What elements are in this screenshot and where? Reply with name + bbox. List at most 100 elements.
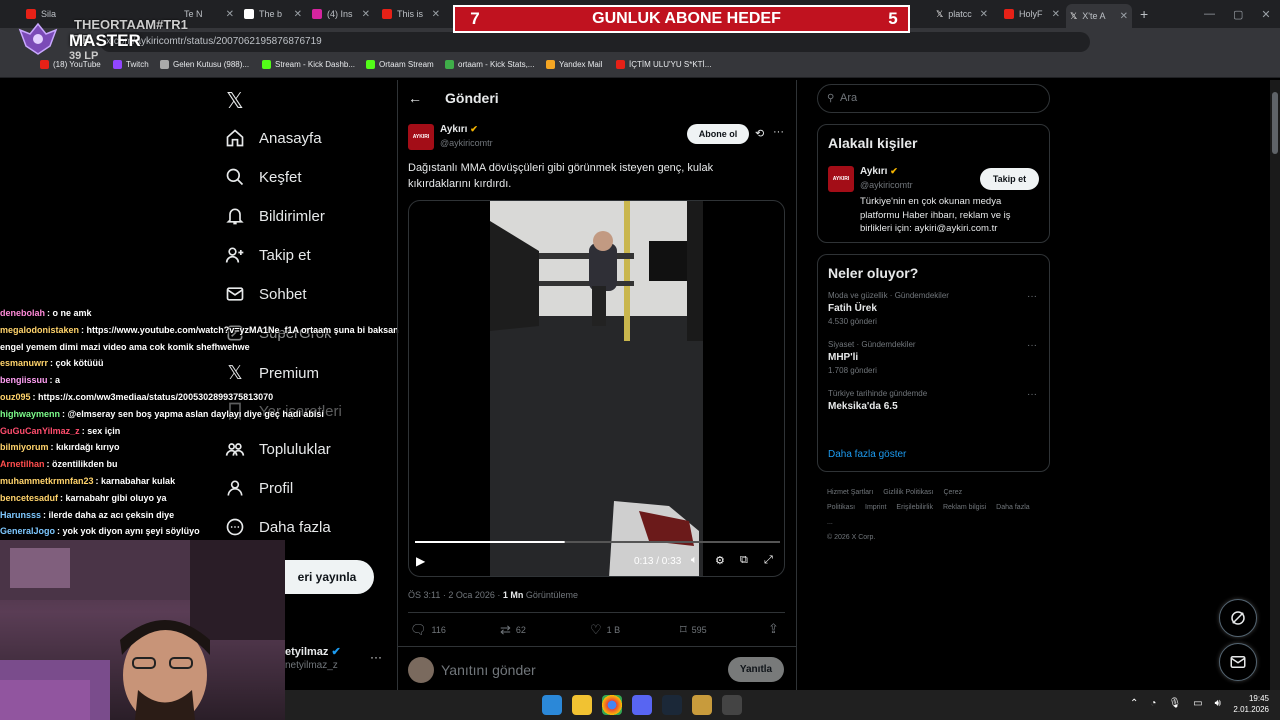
- grok-fab[interactable]: [1219, 599, 1257, 637]
- reply-action[interactable]: 🗨︎ 116: [410, 622, 446, 638]
- trend-more-icon[interactable]: ···: [1027, 389, 1037, 400]
- chat-username[interactable]: Arnetilhan: [0, 459, 45, 469]
- related-name[interactable]: Aykırı ✔: [860, 166, 898, 177]
- browser-tab[interactable]: HolyF ✕: [1000, 4, 1064, 24]
- close-icon[interactable]: ✕: [362, 9, 370, 20]
- bookmark-item[interactable]: Stream - Kick Dashb...: [262, 60, 355, 69]
- bookmark-item[interactable]: Yandex Mail: [546, 60, 602, 69]
- reply-button[interactable]: Yanıtla: [728, 657, 784, 682]
- mic-icon[interactable]: 🎙︎: [1168, 698, 1181, 709]
- author-name[interactable]: Aykırı ✔: [440, 124, 478, 135]
- chat-username[interactable]: muhammetkrmnfan23: [0, 476, 94, 486]
- scrollbar-thumb[interactable]: [1272, 92, 1278, 154]
- trend-item[interactable]: Siyaset · Gündemdekiler MHP'li 1.708 gönde…: [818, 340, 1049, 389]
- post-more-icon[interactable]: ···: [773, 126, 784, 138]
- chat-username[interactable]: Harunsss: [0, 510, 41, 520]
- grok-explain-icon[interactable]: ⟲: [755, 127, 764, 140]
- settings-gear-icon[interactable]: ⚙: [715, 554, 725, 567]
- chat-username[interactable]: GeneralJogo: [0, 526, 55, 536]
- footer-link[interactable]: Erişilebilirlik: [896, 504, 933, 511]
- search-input[interactable]: ⚲ Ara: [817, 84, 1050, 113]
- close-window-icon[interactable]: ✕: [1261, 8, 1270, 21]
- bookmark-item[interactable]: İÇTİM ULU'YU S*KTİ...: [616, 60, 711, 69]
- close-icon[interactable]: ✕: [1120, 11, 1128, 22]
- chevron-up-icon[interactable]: ⌃: [1130, 698, 1138, 709]
- chat-username[interactable]: bilmiyorum: [0, 442, 49, 452]
- show-more-link[interactable]: Daha fazla göster: [828, 449, 906, 460]
- fullscreen-icon[interactable]: ⤢: [764, 554, 773, 567]
- trend-more-icon[interactable]: ···: [1027, 340, 1037, 351]
- trend-item[interactable]: Türkiye tarihinde gündemde Meksika'da 6.5…: [818, 389, 1049, 429]
- footer-link[interactable]: Reklam bilgisi: [943, 504, 986, 511]
- chat-text: karnabahr gibi oluyo ya: [65, 492, 167, 503]
- steam-icon[interactable]: [662, 695, 682, 715]
- related-avatar[interactable]: AYKIRI: [828, 166, 854, 192]
- league-icon[interactable]: [692, 695, 712, 715]
- nav-explore[interactable]: Keşfet: [225, 167, 302, 187]
- url-field[interactable]: x.com/aykiricomtr/status/200706219587687…: [100, 32, 1090, 52]
- close-icon[interactable]: ✕: [1052, 9, 1060, 20]
- volume-icon[interactable]: 🔈︎: [691, 554, 698, 567]
- bookmark-action[interactable]: ⌑ 595: [680, 622, 707, 638]
- browser-tab[interactable]: 𝕏platcc ✕: [932, 4, 992, 24]
- chat-username[interactable]: highwaymenn: [0, 409, 60, 419]
- close-icon[interactable]: ✕: [432, 9, 440, 20]
- chat-username[interactable]: bengiissuu: [0, 375, 48, 385]
- account-more-icon[interactable]: ···: [370, 650, 382, 664]
- new-tab-button[interactable]: +: [1136, 4, 1156, 24]
- chat-username[interactable]: denebolah: [0, 308, 45, 318]
- x-logo-icon[interactable]: 𝕏: [226, 88, 244, 114]
- repost-action[interactable]: ⇄ 62: [500, 622, 526, 638]
- account-switcher[interactable]: etyilmaz ✔: [285, 645, 341, 658]
- share-icon[interactable]: ⇪: [768, 621, 779, 637]
- network-icon[interactable]: ◔: [1150, 698, 1156, 709]
- trend-item[interactable]: Moda ve güzellik · Gündemdekiler Fatih Ür…: [818, 291, 1049, 340]
- close-icon[interactable]: ✕: [294, 9, 302, 20]
- file-explorer-icon[interactable]: [572, 695, 592, 715]
- nav-notifications[interactable]: Bildirimler: [225, 206, 325, 226]
- play-icon[interactable]: ▶: [416, 554, 425, 568]
- back-arrow-icon[interactable]: ←: [408, 90, 422, 106]
- video-player[interactable]: [408, 200, 785, 577]
- chat-username[interactable]: esmanuwrr: [0, 358, 48, 368]
- chrome-icon[interactable]: [602, 695, 622, 715]
- browser-tab[interactable]: (4) Ins ✕: [308, 4, 374, 24]
- reply-input[interactable]: Yanıtını gönder: [441, 662, 536, 678]
- author-avatar[interactable]: AYKIRI: [408, 124, 434, 150]
- footer-link[interactable]: Gizlilik Politikası: [883, 489, 933, 496]
- footer-link[interactable]: Hizmet Şartları: [827, 489, 873, 496]
- page-scrollbar[interactable]: [1270, 80, 1280, 690]
- picture-in-picture-icon[interactable]: ⧉: [740, 554, 748, 567]
- chat-username[interactable]: bencetesaduf: [0, 493, 58, 503]
- nav-home[interactable]: Anasayfa: [225, 128, 322, 148]
- display-icon[interactable]: ▭: [1193, 698, 1202, 709]
- follow-button[interactable]: Takip et: [980, 168, 1039, 190]
- nav-follow[interactable]: Takip et: [225, 245, 311, 265]
- author-handle[interactable]: @aykiricomtr: [440, 138, 493, 148]
- close-icon[interactable]: ✕: [226, 9, 234, 20]
- bookmark-item[interactable]: Ortaam Stream: [366, 60, 434, 69]
- chat-username[interactable]: GuGuCanYilmaz_z: [0, 426, 80, 436]
- minimize-icon[interactable]: —: [1204, 8, 1215, 20]
- discord-icon[interactable]: [632, 695, 652, 715]
- speaker-icon[interactable]: 🔊︎: [1215, 698, 1221, 709]
- bookmark-item[interactable]: ortaam - Kick Stats,...: [445, 60, 534, 69]
- messages-fab[interactable]: [1219, 643, 1257, 681]
- subscribe-button[interactable]: Abone ol: [687, 124, 749, 144]
- browser-tab[interactable]: The b ✕: [240, 4, 306, 24]
- chat-username[interactable]: megalodonistaken: [0, 325, 79, 335]
- maximize-icon[interactable]: ▢: [1233, 8, 1243, 21]
- like-action[interactable]: ♡ 1 B: [590, 622, 620, 638]
- clock[interactable]: 19:45 2.01.2026: [1233, 693, 1269, 715]
- bookmark-item[interactable]: Gelen Kutusu (988)...: [160, 60, 249, 69]
- nav-chat[interactable]: Sohbet: [225, 284, 307, 304]
- windows-start-icon[interactable]: [542, 695, 562, 715]
- chat-username[interactable]: ouz095: [0, 392, 31, 402]
- bookmark-item[interactable]: Twitch: [113, 60, 149, 69]
- footer-link[interactable]: Imprint: [865, 504, 886, 511]
- obs-icon[interactable]: [722, 695, 742, 715]
- trend-more-icon[interactable]: ···: [1027, 291, 1037, 302]
- close-icon[interactable]: ✕: [980, 9, 988, 20]
- browser-tab-active[interactable]: 𝕏 X'te A ✕: [1066, 4, 1132, 28]
- browser-tab[interactable]: This is ✕: [378, 4, 444, 24]
